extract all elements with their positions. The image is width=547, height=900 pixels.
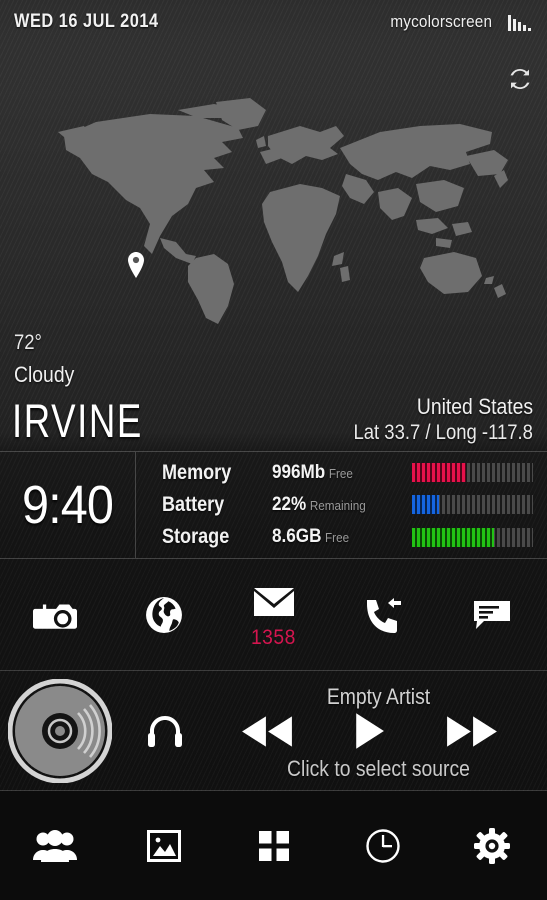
clock-icon <box>366 828 400 863</box>
system-stats-panel: 9:40 Memory 996Mb Free Battery 22% Remaini… <box>0 451 547 559</box>
world-map[interactable] <box>0 96 547 326</box>
grid-squares-icon <box>258 830 289 861</box>
stat-row-storage: Storage 8.6GB Free <box>162 523 533 552</box>
dock-item-gallery[interactable] <box>109 791 218 900</box>
next-track-button[interactable] <box>446 715 498 748</box>
dock-item-appdrawer[interactable] <box>219 791 328 900</box>
stat-bar <box>412 495 533 515</box>
camera-icon <box>32 593 77 637</box>
stat-value: 996Mb Free <box>272 462 398 484</box>
stat-value: 22% Remaining <box>272 494 398 516</box>
app-shortcut-row: 1358 <box>0 560 547 671</box>
people-icon <box>32 829 77 862</box>
headphones-icon <box>147 714 183 748</box>
stat-value: 8.6GB Free <box>272 526 398 548</box>
dock-item-contacts[interactable] <box>0 791 109 900</box>
previous-track-button[interactable] <box>241 715 293 748</box>
app-shortcut-camera[interactable] <box>0 560 109 670</box>
vinyl-disc-icon <box>8 679 112 783</box>
music-source-hint[interactable]: Click to select source <box>230 756 527 782</box>
transport-controls: Empty Artist Click to select source <box>210 672 547 790</box>
app-shortcut-phone[interactable] <box>328 560 437 670</box>
mail-unread-badge: 1358 <box>251 626 296 649</box>
dock-item-clock[interactable] <box>328 791 437 900</box>
weather-country: United States <box>416 394 533 419</box>
photo-frame-icon <box>147 829 182 862</box>
stat-value-suffix: Free <box>325 530 350 546</box>
bottom-dock <box>0 791 547 900</box>
stat-bar-slats <box>412 495 533 515</box>
signal-bars-icon <box>508 13 531 31</box>
map-landmasses <box>58 98 508 324</box>
weather-city: IRVINE <box>12 394 143 447</box>
stat-bar-slats <box>412 463 533 483</box>
app-shortcut-messaging[interactable] <box>438 560 547 670</box>
globe-icon <box>145 593 183 637</box>
envelope-icon <box>253 580 294 624</box>
status-brand-label: mycolorscreen <box>390 12 492 31</box>
clock-time: 9:40 <box>21 475 114 535</box>
clock-widget[interactable]: 9:40 <box>0 452 136 558</box>
map-pin-icon <box>127 252 145 278</box>
music-artist-label: Empty Artist <box>326 684 431 709</box>
stat-row-battery: Battery 22% Remaining <box>162 490 533 519</box>
fast-forward-icon <box>446 715 498 748</box>
weather-temperature: 72° <box>14 331 42 354</box>
stat-label: Storage <box>162 525 230 549</box>
chat-bubble-icon <box>472 593 512 637</box>
stat-row-memory: Memory 996Mb Free <box>162 458 533 487</box>
stat-value-number: 22% <box>272 493 307 515</box>
app-shortcut-browser[interactable] <box>109 560 218 670</box>
stat-rows: Memory 996MbFree Battery 22%Remaining <box>136 452 547 558</box>
status-date: WED 16 JUL 2014 <box>14 11 159 32</box>
sync-refresh-icon[interactable] <box>507 66 533 92</box>
weather-coordinates: Lat 33.7 / Long -117.8 <box>353 421 533 444</box>
weather-condition: Cloudy <box>14 362 75 387</box>
stat-bar <box>412 527 533 547</box>
gear-icon <box>474 827 511 864</box>
stat-label: Battery <box>162 492 225 516</box>
stat-value-suffix: Free <box>328 465 353 481</box>
album-art-button[interactable] <box>0 679 120 783</box>
stat-bar-slats <box>412 527 533 547</box>
play-button[interactable] <box>354 712 385 750</box>
weather-location-panel[interactable]: 72° Cloudy IRVINE United States Lat 33.7… <box>0 325 547 450</box>
rewind-icon <box>241 715 293 748</box>
home-screen: WED 16 JUL 2014 mycolorscreen 72° Cloudy… <box>0 0 547 900</box>
dock-item-settings[interactable] <box>438 791 547 900</box>
app-shortcut-mail[interactable]: 1358 <box>219 560 328 670</box>
play-icon <box>354 712 385 750</box>
music-player: Empty Artist Click to select source <box>0 672 547 791</box>
stat-bar <box>412 463 533 483</box>
stat-value-number: 996Mb <box>272 461 326 483</box>
headphones-button[interactable] <box>120 714 210 748</box>
status-bar: WED 16 JUL 2014 mycolorscreen <box>0 0 547 44</box>
stat-value-suffix: Remaining <box>309 497 366 513</box>
phone-incoming-icon <box>363 593 403 637</box>
stat-value-number: 8.6GB <box>272 526 322 548</box>
stat-label: Memory <box>162 460 232 484</box>
